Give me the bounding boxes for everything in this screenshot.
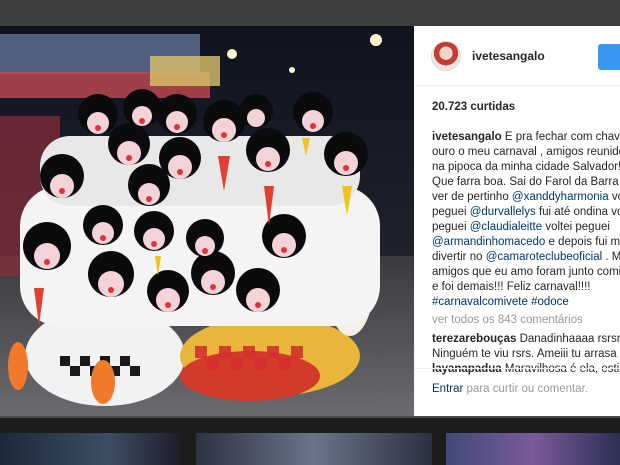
caption-text: e foi demais!!! Feliz carnaval!!!! bbox=[432, 281, 591, 293]
caption-line: na pipoca da minha cidade Salvador! bbox=[432, 160, 620, 175]
mention-link[interactable]: @armandinhomacedo bbox=[432, 236, 545, 248]
related-thumbnail[interactable] bbox=[446, 433, 620, 465]
page-backdrop-top bbox=[0, 0, 620, 26]
post-photo[interactable] bbox=[0, 26, 414, 416]
post-side-panel: ivetesangalo Se 20.723 curtidas ivetesan… bbox=[414, 26, 620, 416]
post-username[interactable]: ivetesangalo bbox=[472, 49, 545, 63]
caption-text: Que farra boa. Sai do Farol da Barra e bbox=[432, 176, 620, 188]
caption-line: ivetesangalo E pra fechar com chave bbox=[432, 130, 620, 145]
follow-button[interactable]: Se bbox=[598, 44, 620, 70]
comment-text: Ninguém te viu rsrs. Ameiii tu arrasa bbox=[432, 348, 617, 360]
comments-list: ivetesangalo E pra fechar com chave ouro … bbox=[432, 130, 620, 377]
mention-link[interactable]: @durvallelys bbox=[470, 206, 536, 218]
caption-username[interactable]: ivetesangalo bbox=[432, 131, 502, 143]
caption-text: divertir no bbox=[432, 251, 486, 263]
caption-line: ver de pertinho @xanddyharmonia vo bbox=[432, 190, 620, 205]
caption-line: divertir no @camaroteclubeoficial . Me bbox=[432, 250, 620, 265]
related-thumbnail[interactable] bbox=[0, 433, 180, 465]
caption-text: amigos que eu amo foram junto comi bbox=[432, 266, 620, 278]
caption-text: fui até ondina vo bbox=[535, 206, 620, 218]
caption-line: peguei @claudialeitte voltei peguei bbox=[432, 220, 620, 235]
comment-text: Danadinhaaaa rsrsrs bbox=[516, 333, 620, 345]
hashtag-link[interactable]: #odoce bbox=[531, 296, 569, 308]
caption-line: #carnavalcomivete #odoce bbox=[432, 295, 620, 310]
comment-username[interactable]: terezarebouças bbox=[432, 333, 516, 345]
comment-line: Ninguém te viu rsrs. Ameiii tu arrasa bbox=[432, 347, 620, 362]
caption-line: peguei @durvallelys fui até ondina vo bbox=[432, 205, 620, 220]
caption-line: ouro o meu carnaval , amigos reunido bbox=[432, 145, 620, 160]
caption-line: amigos que eu amo foram junto comi bbox=[432, 265, 620, 280]
post-photo-image bbox=[0, 26, 414, 416]
login-link[interactable]: Entrar bbox=[432, 383, 463, 395]
post-modal: ivetesangalo Se 20.723 curtidas ivetesan… bbox=[0, 26, 620, 416]
related-thumbnail[interactable] bbox=[196, 433, 432, 465]
caption-text: . Me bbox=[605, 251, 620, 263]
likes-count[interactable]: 20.723 curtidas bbox=[432, 101, 515, 113]
caption-text: E pra fechar com chave bbox=[501, 131, 620, 143]
caption-text: ouro o meu carnaval , amigos reunido bbox=[432, 146, 620, 158]
post-caption: ivetesangalo E pra fechar com chave ouro … bbox=[432, 130, 620, 310]
caption-line: e foi demais!!! Feliz carnaval!!!! bbox=[432, 280, 620, 295]
view-all-comments-link[interactable]: ver todos os 843 comentários bbox=[432, 313, 620, 328]
caption-text: peguei bbox=[432, 221, 470, 233]
hashtag-link[interactable]: #carnavalcomivete bbox=[432, 296, 528, 308]
caption-text: vo bbox=[611, 191, 620, 203]
footer-text: para curtir ou comentar. bbox=[463, 383, 588, 395]
mention-link[interactable]: @claudialeitte bbox=[470, 221, 542, 233]
caption-line: Que farra boa. Sai do Farol da Barra e bbox=[432, 175, 620, 190]
post-footer: Entrar para curtir ou comentar. bbox=[414, 368, 620, 416]
caption-text: peguei bbox=[432, 206, 470, 218]
mention-link[interactable]: @xanddyharmonia bbox=[512, 191, 609, 203]
mention-link[interactable]: @camaroteclubeoficial bbox=[486, 251, 603, 263]
caption-text: e depois fui me bbox=[545, 236, 620, 248]
caption-text: ver de pertinho bbox=[432, 191, 512, 203]
caption-text: voltei peguei bbox=[542, 221, 610, 233]
comment-line: terezarebouças Danadinhaaaa rsrsrs bbox=[432, 332, 620, 347]
avatar[interactable] bbox=[431, 40, 461, 71]
caption-line: @armandinhomacedo e depois fui me bbox=[432, 235, 620, 250]
caption-text: na pipoca da minha cidade Salvador! bbox=[432, 161, 620, 173]
post-header: ivetesangalo bbox=[414, 26, 620, 86]
